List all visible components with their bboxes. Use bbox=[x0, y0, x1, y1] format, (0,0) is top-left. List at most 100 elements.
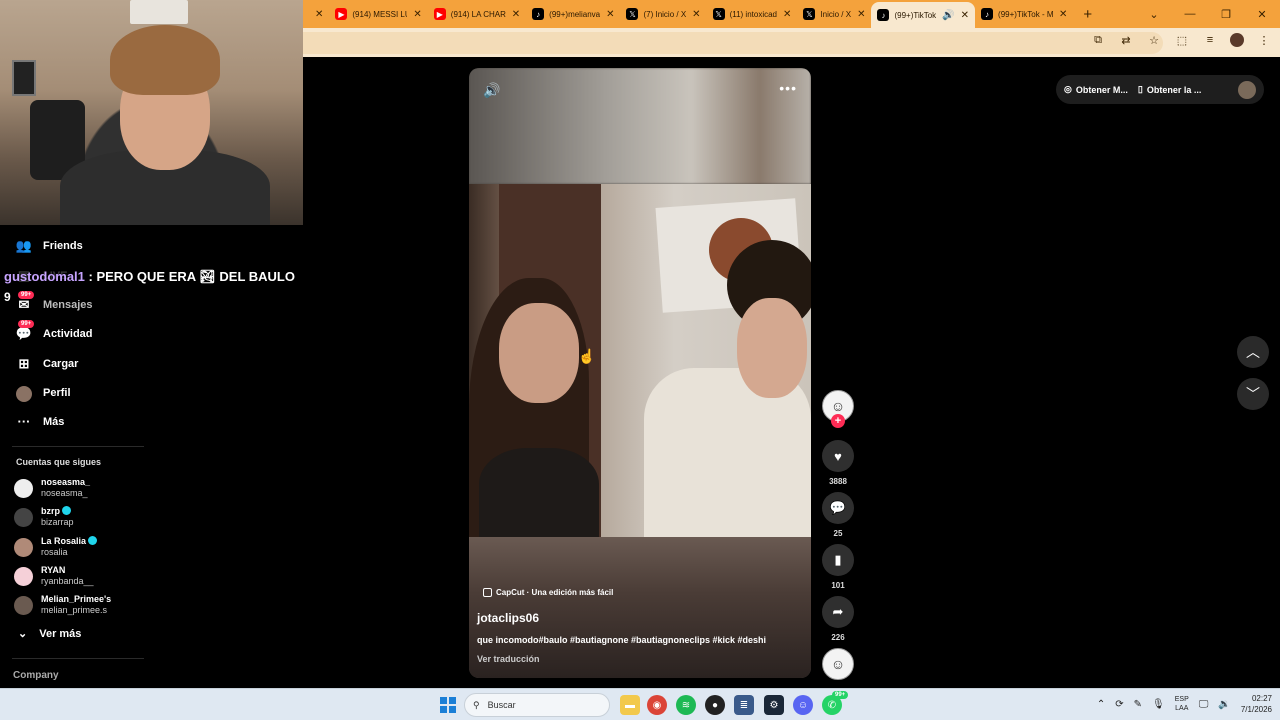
whatsapp-icon[interactable]: ✆ 99+ bbox=[822, 691, 849, 715]
sync-icon[interactable]: ⟳ bbox=[1115, 699, 1123, 710]
bookmark-star-icon[interactable]: ☆ bbox=[1146, 34, 1162, 47]
comment-icon[interactable]: 💬 bbox=[822, 492, 854, 524]
following-item[interactable]: noseasma_ noseasma_ bbox=[14, 477, 90, 499]
new-tab-button[interactable]: + bbox=[1073, 6, 1102, 23]
following-name: Melian_Primee's bbox=[41, 594, 112, 604]
company-link[interactable]: Company bbox=[13, 670, 59, 681]
file-explorer-icon[interactable]: ▬ bbox=[620, 695, 640, 715]
heart-icon[interactable]: ♥ bbox=[822, 440, 854, 472]
tab-youtube-char[interactable]: ▶ (914) LA CHAR ✕ bbox=[428, 0, 526, 28]
close-window-icon[interactable]: ✕ bbox=[1244, 8, 1280, 21]
close-icon[interactable]: ✕ bbox=[783, 9, 791, 20]
next-video-button[interactable]: ﹀ bbox=[1237, 378, 1269, 410]
tiktok-icon: ♪ bbox=[981, 8, 994, 20]
tab-x-inicio-7[interactable]: 𝕏 (7) Inicio / X ✕ bbox=[620, 0, 706, 28]
follow-plus-button[interactable]: + bbox=[831, 414, 845, 428]
tab-x-intoxicad[interactable]: 𝕏 (11) intoxicad ✕ bbox=[707, 0, 798, 28]
close-icon[interactable]: ✕ bbox=[413, 9, 421, 20]
top-right-bar: ◎ Obtener M... ▯ Obtener la ... bbox=[1056, 75, 1264, 104]
tab-youtube-messi[interactable]: ▶ (914) MESSI LU ✕ bbox=[329, 0, 427, 28]
monitor-icon[interactable]: 🖵 bbox=[1199, 699, 1209, 710]
following-item[interactable]: RYAN ryanbanda__ bbox=[14, 565, 94, 587]
tab-close-partial[interactable]: ✕ bbox=[303, 0, 329, 28]
music-disc-avatar[interactable]: ☺ bbox=[822, 648, 854, 680]
speaker-icon[interactable]: 🔊 bbox=[942, 10, 954, 21]
search-icon: ⚲ bbox=[473, 699, 480, 710]
get-app-button[interactable]: ▯ Obtener la ... bbox=[1138, 84, 1201, 95]
bookmark-icon[interactable]: ▮ bbox=[822, 544, 854, 576]
sidebar-item-actividad[interactable]: 💬 99+ Actividad bbox=[14, 320, 93, 342]
video-player[interactable]: 🔊 ••• CapCut · Una edición más fácil jot… bbox=[469, 68, 811, 678]
notepad-icon[interactable]: ≣ bbox=[734, 695, 754, 715]
video-author[interactable]: jotaclips06 bbox=[477, 611, 539, 625]
spotify-icon[interactable]: ≋ bbox=[676, 695, 696, 715]
profile-avatar-icon[interactable] bbox=[1230, 33, 1244, 47]
sidebar-item-mensajes[interactable]: ✉ 99+ Mensajes bbox=[14, 291, 93, 313]
see-translation-link[interactable]: Ver traducción bbox=[477, 654, 540, 664]
like-action[interactable]: ♥ 3888 bbox=[822, 440, 854, 486]
address-bar[interactable] bbox=[303, 32, 1163, 54]
minimize-icon[interactable]: — bbox=[1172, 8, 1208, 21]
taskbar-search[interactable]: ⚲ Buscar bbox=[464, 693, 610, 717]
chevron-up-icon[interactable]: ⌃ bbox=[1097, 699, 1105, 710]
tab-tiktok-melian[interactable]: ♪ (99+)melianva ✕ bbox=[526, 0, 620, 28]
menu-dots-icon[interactable]: ⋮ bbox=[1256, 34, 1272, 47]
install-app-icon[interactable]: ⧉ bbox=[1090, 34, 1106, 47]
previous-video-button[interactable]: ︿ bbox=[1237, 336, 1269, 368]
close-icon[interactable]: ✕ bbox=[857, 9, 865, 20]
whatsapp-badge: 99+ bbox=[832, 691, 849, 699]
chrome-icon[interactable]: ◉ bbox=[647, 695, 667, 715]
sidebar-item-cargar[interactable]: ⊞ Cargar bbox=[14, 356, 79, 372]
upload-icon: ⊞ bbox=[18, 356, 30, 371]
following-item[interactable]: La Rosalia rosalia bbox=[14, 536, 98, 558]
more-icon: ··· bbox=[17, 414, 31, 429]
see-more-button[interactable]: ⌄ Ver más bbox=[18, 627, 81, 641]
like-count: 3888 bbox=[829, 477, 847, 486]
sidebar-item-label: Cargar bbox=[43, 358, 79, 370]
capcut-effect-label[interactable]: CapCut · Una edición más fácil bbox=[483, 588, 613, 597]
maximize-icon[interactable]: ❐ bbox=[1208, 8, 1244, 21]
close-icon[interactable]: ✕ bbox=[315, 9, 323, 20]
sidebar-item-perfil[interactable]: Perfil bbox=[14, 385, 71, 402]
clock[interactable]: 02:27 7/1/2026 bbox=[1241, 693, 1272, 715]
sidebar-item-mas[interactable]: ··· Más bbox=[14, 414, 65, 429]
comment-action[interactable]: 💬 25 bbox=[822, 492, 854, 538]
sidebar-item-friends[interactable]: 👥 Friends bbox=[14, 238, 83, 254]
close-icon[interactable]: ✕ bbox=[606, 9, 614, 20]
save-action[interactable]: ▮ 101 bbox=[822, 544, 854, 590]
volume-tray-icon[interactable]: 🔉 bbox=[1218, 699, 1230, 710]
pen-icon[interactable]: ✎ bbox=[1134, 699, 1142, 710]
windows-start-icon[interactable] bbox=[440, 697, 456, 713]
tab-x-inicio[interactable]: 𝕏 Inicio / X ✕ bbox=[797, 0, 871, 28]
tab-tiktok-m[interactable]: ♪ (99+)TikTok - M ✕ bbox=[975, 0, 1073, 28]
share-action[interactable]: ➦ 226 bbox=[822, 596, 854, 642]
microphone-icon[interactable]: 🎙 bbox=[1152, 699, 1165, 710]
close-icon[interactable]: ✕ bbox=[961, 10, 969, 21]
friends-icon: 👥 bbox=[15, 238, 33, 253]
search-placeholder: Buscar bbox=[487, 700, 516, 710]
discord-icon[interactable]: ☺ bbox=[793, 695, 813, 715]
close-icon[interactable]: ✕ bbox=[1059, 9, 1067, 20]
volume-icon[interactable]: 🔊 bbox=[483, 82, 500, 99]
close-icon[interactable]: ✕ bbox=[512, 9, 520, 20]
language-indicator[interactable]: ESP LAA bbox=[1175, 695, 1189, 713]
tab-tiktok-active[interactable]: ♪ (99+)TikTok 🔊 ✕ bbox=[871, 2, 976, 28]
media-control-icon[interactable]: ≡ bbox=[1202, 34, 1218, 46]
extensions-icon[interactable]: ⬚ bbox=[1174, 34, 1190, 47]
avatar bbox=[14, 595, 33, 615]
following-handle: bizarrap bbox=[41, 517, 74, 527]
steam-icon[interactable]: ⚙ bbox=[764, 695, 784, 715]
close-icon[interactable]: ✕ bbox=[692, 9, 700, 20]
windows-taskbar: ⚲ Buscar ▬ ◉ ≋ ● ≣ ⚙ ☺ ✆ 99+ ⌃ ⟳ ✎ 🎙 ESP … bbox=[0, 688, 1280, 720]
get-coins-button[interactable]: ◎ Obtener M... bbox=[1064, 84, 1128, 95]
following-item[interactable]: Melian_Primee's melian_primee.s bbox=[14, 594, 111, 616]
tab-label: (99+)TikTok - M bbox=[998, 9, 1054, 19]
avatar bbox=[14, 478, 33, 498]
chevron-down-icon[interactable]: ⌄ bbox=[1136, 8, 1172, 21]
share-icon[interactable]: ➦ bbox=[822, 596, 854, 628]
more-options-icon[interactable]: ••• bbox=[779, 80, 797, 96]
translate-icon[interactable]: ⇄ bbox=[1118, 34, 1134, 47]
user-avatar[interactable] bbox=[1238, 80, 1256, 99]
obs-icon[interactable]: ● bbox=[705, 695, 725, 715]
following-item[interactable]: bzrp bizarrap bbox=[14, 506, 74, 528]
